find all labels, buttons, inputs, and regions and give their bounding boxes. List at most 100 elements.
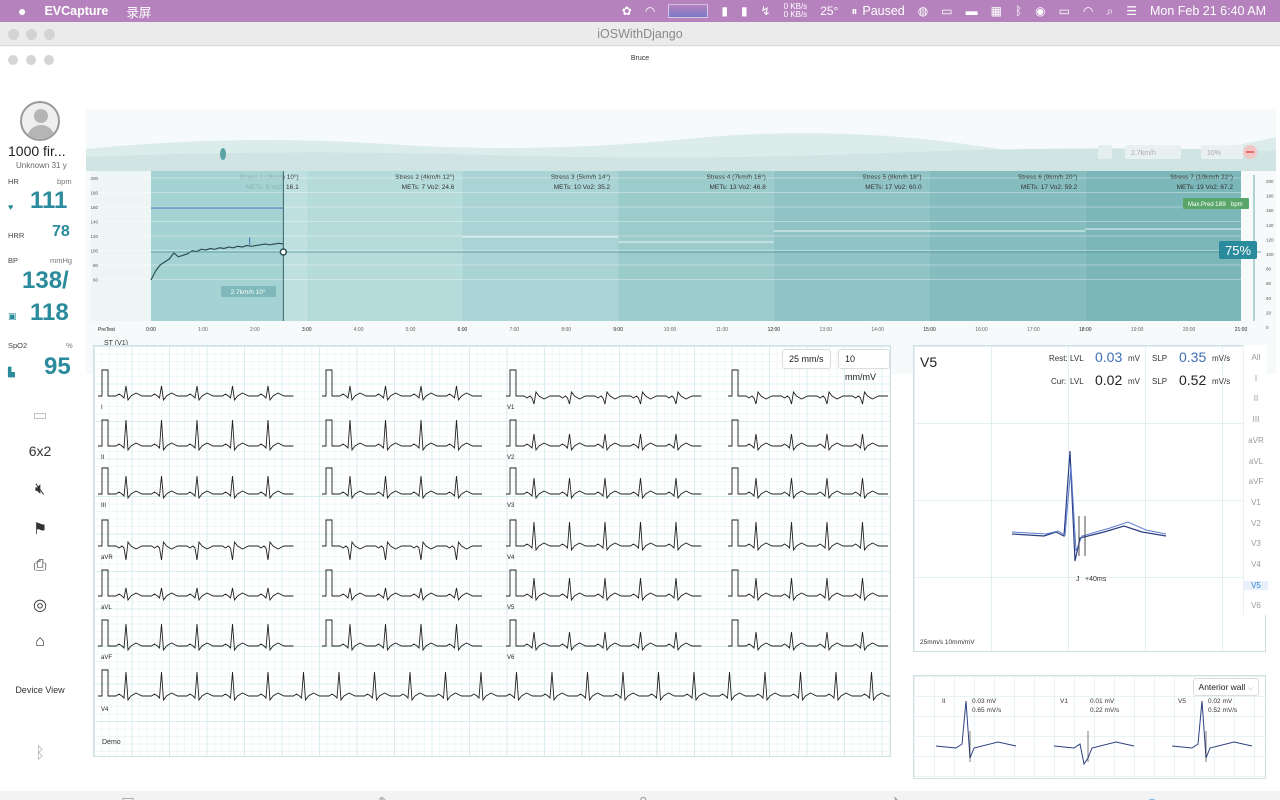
inner-minimize-button[interactable]	[26, 55, 36, 65]
detail-footer: 25mm/s 10mm/mV	[920, 639, 975, 646]
region-dropdown[interactable]: Anterior wall ⌵	[1192, 678, 1259, 696]
inner-zoom-button[interactable]	[44, 55, 54, 65]
headphones-icon[interactable]: ◠	[645, 0, 655, 22]
lead-label: II	[101, 455, 105, 461]
home-icon[interactable]: ⌂	[0, 633, 80, 651]
battery-icon[interactable]: ▭	[1059, 0, 1070, 22]
y-tick-label: 120	[90, 234, 98, 239]
y-tick-right-label: 120	[1266, 237, 1274, 242]
window-title: iOSWithDjango	[597, 27, 683, 41]
tab-techno[interactable]: ✎Techno	[320, 791, 448, 800]
stage-name: Stress 2 (4km/h 12°)	[395, 173, 454, 181]
lead-option-V6[interactable]: V6	[1244, 601, 1268, 610]
lead-option-III[interactable]: III	[1244, 415, 1268, 424]
close-button[interactable]	[8, 29, 19, 40]
lead-option-V2[interactable]: V2	[1244, 519, 1268, 528]
pause-icon[interactable]: ⏸	[851, 0, 857, 22]
st-item-slp: 0.52 mV/s	[1208, 707, 1238, 714]
tab-me[interactable]: ☺Me	[1088, 791, 1216, 800]
stage-mets: METs: 19 Vo2: 67.2	[1177, 184, 1234, 191]
minimize-button[interactable]	[26, 29, 37, 40]
ecg-traces: IIIIIIaVRaVLaVFV1V2V3V4V5V6V4	[98, 369, 890, 713]
speed-selector[interactable]: 25 mm/s	[782, 349, 831, 369]
tab-trivia[interactable]: ✈Trivia	[832, 791, 960, 800]
battery-meter-icon: ▮	[721, 4, 728, 18]
avatar[interactable]	[20, 101, 60, 141]
window-titlebar: iOSWithDjango	[0, 22, 1280, 46]
stage-mets: METs: 17 Vo2: 59.2	[1021, 184, 1078, 191]
trace-V1	[506, 369, 702, 405]
lead-selector: All I II III aVR aVL aVF V1 V2 V3 V4 V5 V6	[1243, 345, 1268, 615]
lead-option-V5[interactable]: V5	[1244, 580, 1268, 590]
cursor-point[interactable]	[279, 248, 288, 256]
menu-app-name[interactable]: EVCapture	[44, 4, 108, 18]
trace-V5-b	[728, 569, 888, 602]
x-tick-label: 2:00	[250, 327, 260, 333]
y-tick-right-label: 0	[1266, 325, 1269, 330]
layout-button[interactable]: 6x2	[0, 443, 80, 459]
patient-info: Unknown 31 y	[16, 161, 67, 170]
target-percent: 75%	[1225, 243, 1251, 258]
lead-option-V1[interactable]: V1	[1244, 498, 1268, 507]
x-tick-label: 13:00	[820, 327, 833, 333]
paused-label[interactable]: Paused	[862, 4, 904, 18]
wifi-icon[interactable]: ◠	[1083, 0, 1093, 22]
stage-name: Stress 6 (9km/h 20°)	[1018, 173, 1077, 181]
lead-option-V4[interactable]: V4	[1244, 560, 1268, 569]
st-item-lead: V5	[1178, 698, 1186, 705]
speed-control-value: 2.7km/h	[1131, 150, 1156, 157]
y-tick-right-label: 100	[1266, 252, 1274, 257]
stop-icon[interactable]: ◎	[0, 595, 80, 615]
lead-option-All[interactable]: All	[1244, 353, 1268, 362]
bluetooth-icon[interactable]: ᛒ	[0, 745, 80, 763]
lead-option-aVR[interactable]: aVR	[1244, 436, 1268, 445]
menu-record[interactable]: 录屏	[126, 2, 151, 21]
tab-product[interactable]: ▤Product	[64, 791, 192, 800]
bluetooth-icon[interactable]: ᛒ	[1015, 0, 1022, 22]
gain-selector[interactable]: 10 mm/mV	[838, 349, 890, 382]
st-item-lead: II	[942, 698, 946, 705]
flag-icon[interactable]: ⚑	[0, 519, 80, 539]
control-center-icon[interactable]: ☰	[1126, 0, 1137, 22]
cur-slp-value: 0.52	[1179, 372, 1207, 388]
lead-option-II[interactable]: II	[1244, 394, 1268, 403]
print-icon[interactable]: ⎙	[0, 557, 80, 575]
trace-V2	[506, 419, 702, 452]
flower-icon[interactable]: ✿	[622, 0, 632, 22]
menu-clock[interactable]: Mon Feb 21 6:40 AM	[1150, 4, 1266, 18]
display-icon[interactable]: ▭	[941, 0, 952, 22]
cur-slp-label: SLP	[1152, 377, 1168, 386]
user-icon[interactable]: ◉	[1035, 0, 1045, 22]
bp-unit: mmHg	[50, 256, 73, 265]
inner-close-button[interactable]	[8, 55, 18, 65]
x-tick-label: 1:00	[198, 327, 208, 333]
lead-option-V3[interactable]: V3	[1244, 539, 1268, 548]
bed-icon[interactable]: ▬	[966, 0, 978, 22]
lock-icon[interactable]	[1098, 145, 1112, 159]
zoom-button[interactable]	[44, 29, 55, 40]
tree-icon	[220, 148, 226, 160]
rest-lvl-label: LVL	[1070, 354, 1084, 363]
lead-option-I[interactable]: I	[1244, 374, 1268, 383]
y-tick-right-label: 20	[1266, 310, 1272, 315]
wechat-icon[interactable]: ◍	[918, 0, 928, 22]
app-content: Bruce 1000 fir... Unknown 31 y HR bpm ♥ …	[0, 47, 1280, 800]
search-icon[interactable]: ⌕	[1106, 0, 1113, 22]
camera-icon[interactable]: ▭	[0, 405, 80, 425]
device-view-button[interactable]: Device View	[0, 685, 80, 695]
apple-icon[interactable]: ●	[18, 3, 26, 19]
mute-icon[interactable]: 🔇︎	[0, 481, 80, 499]
st-item-lead: V1	[1060, 698, 1068, 705]
j-point-label: J	[1076, 576, 1080, 583]
rest-complex	[1011, 465, 1167, 552]
trend-svg: Stress 1 (3km/h 10°)METs: 5 Vo2: 16.1Str…	[86, 133, 1276, 373]
trace-V4	[506, 519, 702, 552]
lead-option-aVL[interactable]: aVL	[1244, 457, 1268, 466]
keyboard-icon[interactable]: ▦	[991, 0, 1002, 22]
tab-cooperation[interactable]: ☍Cooperation	[576, 791, 704, 800]
spo2-label: SpO2	[8, 341, 28, 350]
lead-option-aVF[interactable]: aVF	[1244, 477, 1268, 486]
y-tick-right-label: 140	[1266, 223, 1274, 228]
stage-band	[929, 171, 1086, 321]
demo-label: Demo	[102, 739, 121, 746]
